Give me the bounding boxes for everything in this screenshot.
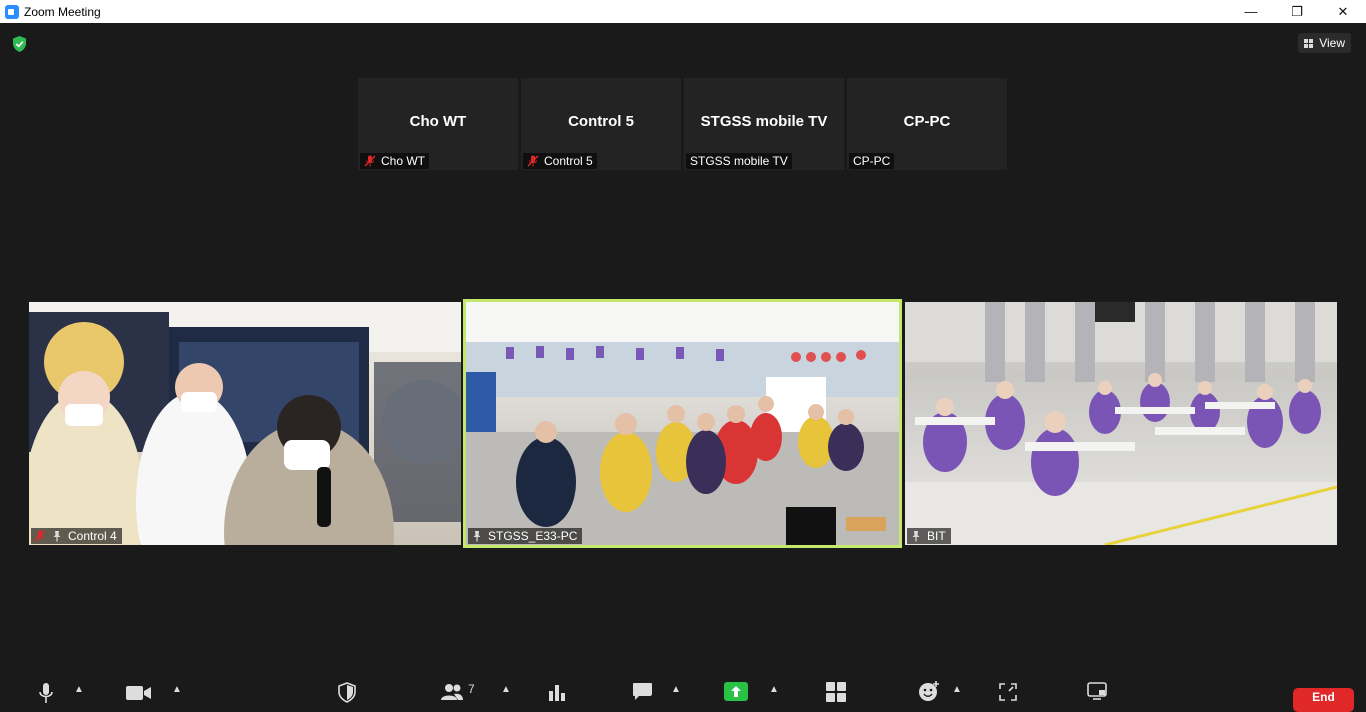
participant-name: STGSS mobile TV: [700, 113, 828, 130]
microphone-icon[interactable]: [38, 682, 54, 704]
security-icon[interactable]: [338, 682, 356, 703]
participant-tag-label: Control 4: [68, 529, 117, 543]
participant-thumbnail[interactable]: CP-PC CP-PC: [847, 78, 1007, 170]
participant-name-tag: Control 4: [31, 528, 122, 544]
participant-tag-label: BIT: [927, 529, 946, 543]
window-title: Zoom Meeting: [24, 4, 101, 19]
mic-muted-icon: [527, 155, 539, 167]
participant-video[interactable]: Control 4: [29, 302, 461, 545]
security-shield-icon[interactable]: [12, 36, 27, 52]
pin-icon: [912, 531, 920, 542]
video-frame: [29, 302, 461, 545]
reactions-options-caret-icon[interactable]: ▲: [952, 684, 962, 695]
participants-options-caret-icon[interactable]: ▲: [501, 684, 511, 695]
participant-name-tag: STGSS_E33-PC: [468, 528, 583, 544]
participant-name: Cho WT: [409, 113, 467, 130]
participant-tag-label: Control 5: [544, 154, 593, 168]
mic-muted-icon: [364, 155, 376, 167]
meeting-toolbar: ▲ ▲ 7 ▲ ▲ ▲ ▲ End: [0, 660, 1366, 712]
participant-video[interactable]: BIT: [905, 302, 1337, 545]
participant-name: CP-PC: [903, 113, 951, 130]
apps-icon[interactable]: [826, 682, 846, 702]
participants-count: 7: [468, 682, 475, 696]
participants-icon[interactable]: [440, 683, 464, 701]
participant-name-tag: STGSS mobile TV: [686, 153, 792, 169]
minimize-button[interactable]: —: [1228, 0, 1274, 23]
participant-tag-label: Cho WT: [381, 154, 426, 168]
pin-icon: [473, 531, 481, 542]
pin-icon: [53, 531, 61, 542]
screen-icon[interactable]: [1087, 682, 1107, 701]
video-camera-icon[interactable]: [126, 685, 152, 701]
video-options-caret-icon[interactable]: ▲: [172, 684, 182, 695]
share-screen-icon[interactable]: [724, 682, 748, 701]
video-frame: [905, 302, 1337, 545]
reactions-icon[interactable]: [918, 680, 940, 702]
participant-name-tag: Cho WT: [360, 153, 430, 169]
participant-thumbnail[interactable]: Cho WT Cho WT: [358, 78, 518, 170]
chat-icon[interactable]: [632, 682, 653, 701]
meeting-stage: View Cho WT Cho WT Control 5 Control 5 S…: [0, 23, 1366, 705]
share-options-caret-icon[interactable]: ▲: [769, 684, 779, 695]
participant-tag-label: STGSS mobile TV: [690, 154, 788, 168]
participant-name-tag: CP-PC: [849, 153, 895, 169]
window-controls: — ❐ ✕: [1228, 0, 1366, 23]
expand-icon[interactable]: [999, 683, 1017, 701]
close-button[interactable]: ✕: [1320, 0, 1366, 23]
window-titlebar: Zoom Meeting — ❐ ✕: [0, 0, 1366, 23]
participant-tag-label: STGSS_E33-PC: [488, 529, 578, 543]
grid-view-icon: [1304, 38, 1314, 48]
participant-thumbnail[interactable]: STGSS mobile TV STGSS mobile TV: [684, 78, 844, 170]
zoom-app-icon: [5, 4, 19, 19]
participant-tag-label: CP-PC: [853, 154, 891, 168]
end-meeting-button[interactable]: End: [1293, 688, 1354, 712]
view-button[interactable]: View: [1298, 33, 1351, 53]
participant-name-tag: BIT: [907, 528, 951, 544]
video-frame: [466, 302, 899, 545]
participant-video-active-speaker[interactable]: STGSS_E33-PC: [463, 299, 902, 548]
restore-button[interactable]: ❐: [1274, 0, 1320, 23]
participant-name-tag: Control 5: [523, 153, 597, 169]
view-label: View: [1319, 36, 1345, 50]
audio-options-caret-icon[interactable]: ▲: [74, 684, 84, 695]
polls-icon[interactable]: [548, 683, 566, 701]
mic-muted-icon: [34, 530, 46, 542]
participant-name: Control 5: [568, 113, 634, 130]
chat-options-caret-icon[interactable]: ▲: [671, 684, 681, 695]
participant-thumbnail[interactable]: Control 5 Control 5: [521, 78, 681, 170]
